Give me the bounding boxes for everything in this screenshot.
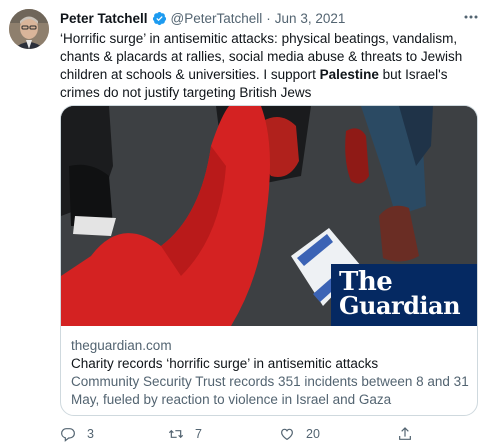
reply-icon [61, 428, 75, 442]
like-count: 20 [306, 427, 320, 441]
separator-dot: · [266, 10, 271, 26]
like-button[interactable]: 20 [279, 424, 320, 444]
reply-count: 3 [87, 427, 94, 441]
link-card[interactable]: The Guardian theguardian.com Charity rec… [60, 105, 478, 416]
card-meta[interactable]: theguardian.com Charity records ‘horrifi… [61, 327, 477, 415]
like-icon [281, 428, 293, 441]
author-handle[interactable]: @PeterTatchell [171, 11, 263, 26]
share-button[interactable] [397, 424, 424, 444]
tweet[interactable]: Peter Tatchell @PeterTatchell · Jun 3, 2… [0, 0, 488, 447]
retweet-icon [168, 429, 184, 439]
tweet-text-bold: Palestine [319, 67, 379, 82]
action-bar: 3 7 20 [60, 424, 460, 444]
avatar[interactable] [9, 9, 49, 49]
card-description: Community Security Trust records 351 inc… [71, 374, 469, 407]
verified-badge-icon [152, 11, 167, 26]
guardian-logo: The Guardian [331, 264, 477, 326]
retweet-count: 7 [195, 427, 202, 441]
tweet-date[interactable]: Jun 3, 2021 [275, 11, 346, 26]
card-image[interactable]: The Guardian [61, 106, 477, 326]
reply-button[interactable]: 3 [60, 424, 94, 444]
author-name[interactable]: Peter Tatchell [60, 11, 148, 26]
card-title: Charity records ‘horrific surge’ in anti… [71, 356, 379, 371]
more-icon[interactable] [463, 10, 479, 24]
share-icon [399, 427, 411, 440]
tweet-text: ‘Horrific surge’ in antisemitic attacks:… [60, 30, 478, 102]
retweet-button[interactable]: 7 [168, 424, 202, 444]
guardian-logo-line2: Guardian [339, 291, 461, 320]
tweet-header: Peter Tatchell @PeterTatchell · Jun 3, 2… [60, 8, 345, 28]
card-domain: theguardian.com [71, 338, 172, 353]
